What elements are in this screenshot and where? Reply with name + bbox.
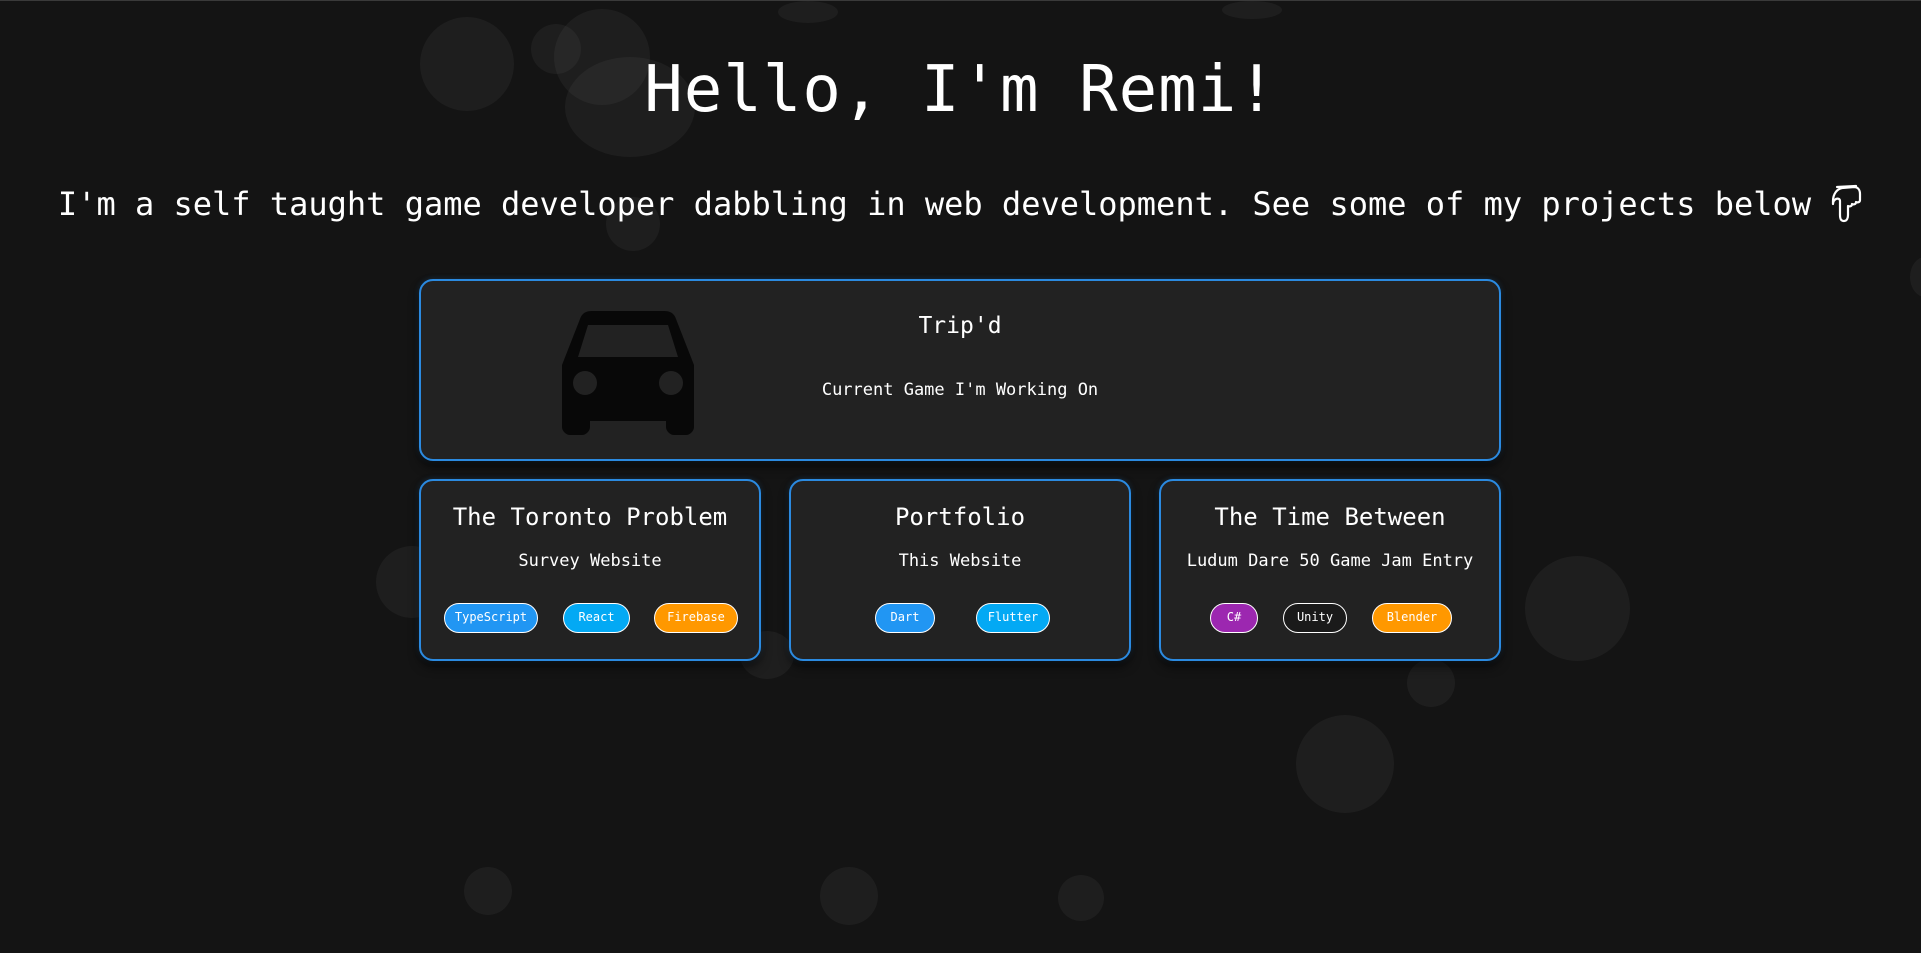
project-card-toronto-problem[interactable]: The Toronto Problem Survey Website TypeS… — [419, 479, 761, 661]
project-title: Portfolio — [894, 503, 1026, 531]
tag-react: React — [563, 603, 630, 633]
tag-firebase: Firebase — [654, 603, 738, 633]
pointing-down-hand-icon — [1829, 181, 1863, 231]
background-bubble — [1058, 875, 1104, 921]
project-description: This Website — [898, 551, 1022, 571]
featured-project-description: Current Game I'm Working On — [821, 380, 1099, 400]
background-bubble — [464, 867, 512, 915]
project-title: The Toronto Problem — [452, 503, 728, 531]
subtitle-text: I'm a self taught game developer dabblin… — [57, 185, 1812, 223]
featured-project-title: Trip'd — [918, 313, 1002, 339]
background-bubble — [1910, 257, 1921, 297]
background-bubble — [1296, 715, 1394, 813]
tag-blender: Blender — [1372, 603, 1452, 633]
project-title: The Time Between — [1214, 503, 1446, 531]
tag-unity: Unity — [1283, 603, 1347, 633]
featured-project-card[interactable]: Trip'd Current Game I'm Working On — [419, 279, 1501, 461]
background-bubble — [820, 867, 878, 925]
page-subtitle: I'm a self taught game developer dabblin… — [0, 181, 1921, 231]
tag-dart: Dart — [875, 603, 935, 633]
background-bubble — [1407, 659, 1455, 707]
page: Hello, I'm Remi! I'm a self taught game … — [0, 0, 1921, 953]
project-description: Ludum Dare 50 Game Jam Entry — [1186, 551, 1474, 571]
tag-typescript: TypeScript — [444, 603, 538, 633]
tag-csharp: C# — [1210, 603, 1258, 633]
tag-flutter: Flutter — [976, 603, 1050, 633]
page-title: Hello, I'm Remi! — [644, 53, 1277, 127]
background-bubble — [1222, 1, 1282, 19]
background-bubble — [778, 1, 838, 23]
project-card-portfolio[interactable]: Portfolio This Website Dart Flutter — [789, 479, 1131, 661]
project-card-time-between[interactable]: The Time Between Ludum Dare 50 Game Jam … — [1159, 479, 1501, 661]
background-bubble — [1525, 556, 1630, 661]
project-description: Survey Website — [518, 551, 662, 571]
